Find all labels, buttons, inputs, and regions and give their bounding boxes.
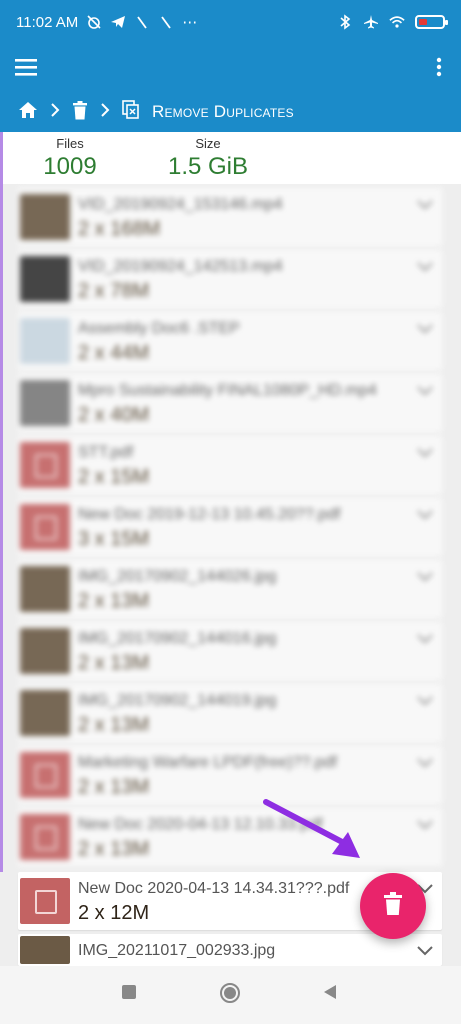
status-time: 11:02 AM [16, 13, 79, 31]
file-size: 2 x 13M [78, 714, 150, 736]
bluetooth-icon [337, 14, 353, 30]
file-thumbnail [20, 690, 70, 736]
home-icon[interactable] [18, 101, 38, 123]
breadcrumb: Remove Duplicates [18, 100, 294, 124]
file-thumbnail [20, 628, 70, 674]
list-item[interactable]: VID_20190924_142513.mp4 2 x 78M [18, 250, 442, 308]
pdf-file-icon [20, 504, 70, 550]
list-item[interactable]: New Doc 2019-12-13 10.45.20??.pdf 3 x 15… [18, 498, 442, 556]
file-size: 2 x 40M [78, 404, 150, 426]
trash-icon [383, 891, 403, 921]
file-size: 2 x 13M [78, 838, 150, 860]
file-thumbnail [20, 318, 70, 364]
slash-notification-icon [134, 14, 150, 30]
pdf-file-icon [20, 442, 70, 488]
telegram-icon [110, 14, 126, 30]
files-label: Files [56, 136, 84, 151]
list-item[interactable]: IMG_20170902_144019.jpg 2 x 13M [18, 684, 442, 742]
list-item[interactable]: Mpro Sustainability FINAL1080P_HD.mp4 2 … [18, 374, 442, 432]
size-label: Size [195, 136, 221, 151]
file-thumbnail [20, 566, 70, 612]
file-size: 2 x 78M [78, 280, 150, 302]
size-summary: Size 1.5 GiB [160, 136, 256, 181]
file-name: Assembly Doc6 .STEP [78, 320, 240, 337]
file-thumbnail [20, 936, 70, 964]
file-name: IMG_20170902_144016.jpg [78, 630, 277, 647]
file-size: 2 x 168M [78, 218, 161, 240]
system-nav-bar [0, 966, 461, 1024]
file-size: 2 x 12M [78, 902, 150, 924]
more-notifications-icon: ⋯ [182, 14, 198, 31]
home-circle-icon[interactable] [219, 982, 241, 1009]
chevron-down-icon[interactable] [416, 570, 434, 582]
chevron-down-icon[interactable] [416, 508, 434, 520]
duplicate-icon [122, 100, 140, 124]
recents-icon[interactable] [121, 984, 137, 1005]
battery-icon [415, 15, 448, 29]
file-name: New Doc 2020-04-13 14.34.31???.pdf [78, 880, 350, 897]
chevron-down-icon[interactable] [416, 198, 434, 210]
file-thumbnail [20, 380, 70, 426]
pdf-file-icon [20, 878, 70, 924]
list-item[interactable]: Assembly Doc6 .STEP 2 x 44M [18, 312, 442, 370]
chevron-down-icon[interactable] [416, 944, 434, 956]
delete-duplicates-fab[interactable] [360, 873, 426, 939]
pdf-file-icon [20, 752, 70, 798]
chevron-down-icon[interactable] [416, 384, 434, 396]
summary-panel: Files 1009 Size 1.5 GiB [0, 132, 461, 184]
file-size: 2 x 15M [78, 466, 150, 488]
file-name: IMG_20170902_144019.jpg [78, 692, 277, 709]
status-bar: 11:02 AM ⋯ [0, 0, 461, 44]
file-size: 2 x 13M [78, 590, 150, 612]
file-size: 2 x 44M [78, 342, 150, 364]
file-name: Mpro Sustainability FINAL1080P_HD.mp4 [78, 382, 377, 399]
list-item[interactable]: STT.pdf 2 x 15M [18, 436, 442, 494]
file-thumbnail [20, 256, 70, 302]
files-count: 1009 [43, 153, 97, 180]
file-name: VID_20190924_142513.mp4 [78, 258, 283, 275]
file-size: 3 x 15M [78, 528, 150, 550]
page-title: Remove Duplicates [152, 102, 294, 121]
chevron-down-icon[interactable] [416, 260, 434, 272]
app-bar: Remove Duplicates [0, 44, 461, 132]
chevron-down-icon[interactable] [416, 632, 434, 644]
scroll-accent [0, 132, 3, 872]
file-thumbnail [20, 194, 70, 240]
list-item[interactable]: New Doc 2020-04-13 12.10.33.pdf 2 x 13M [18, 808, 442, 866]
list-item[interactable]: Marketing Warfare LPDF(free)??.pdf 2 x 1… [18, 746, 442, 804]
menu-icon[interactable] [14, 56, 40, 78]
file-name: Marketing Warfare LPDF(free)??.pdf [78, 754, 338, 771]
file-name: IMG_20211017_002933.jpg [78, 942, 276, 959]
annotation-arrow-icon [263, 799, 360, 858]
slash-notification-icon [158, 14, 174, 30]
airplane-icon [363, 14, 379, 30]
chevron-down-icon[interactable] [416, 694, 434, 706]
chevron-right-icon [100, 103, 110, 121]
file-name: VID_20190924_153146.mp4 [78, 196, 283, 213]
chevron-down-icon[interactable] [416, 322, 434, 334]
file-name: STT.pdf [78, 444, 134, 461]
chevron-right-icon [50, 103, 60, 121]
file-size: 2 x 13M [78, 652, 150, 674]
alarm-off-icon [86, 14, 102, 30]
more-vertical-icon[interactable] [435, 56, 443, 78]
back-icon[interactable] [322, 984, 338, 1005]
file-name: IMG_20170902_144026.jpg [78, 568, 277, 585]
wifi-icon [389, 14, 405, 30]
list-item[interactable]: IMG_20170902_144026.jpg 2 x 13M [18, 560, 442, 618]
list-item[interactable]: IMG_20211017_002933.jpg [18, 934, 442, 966]
trash-icon[interactable] [72, 100, 88, 124]
file-name: New Doc 2019-12-13 10.45.20??.pdf [78, 506, 341, 523]
chevron-down-icon[interactable] [416, 756, 434, 768]
list-item[interactable]: IMG_20170902_144016.jpg 2 x 13M [18, 622, 442, 680]
duplicate-file-list: VID_20190924_153146.mp4 2 x 168M VID_201… [18, 188, 442, 970]
pdf-file-icon [20, 814, 70, 860]
chevron-down-icon[interactable] [416, 818, 434, 830]
size-total: 1.5 GiB [167, 153, 249, 180]
chevron-down-icon[interactable] [416, 446, 434, 458]
files-summary: Files 1009 [38, 136, 102, 181]
list-item[interactable]: VID_20190924_153146.mp4 2 x 168M [18, 188, 442, 246]
file-size: 2 x 13M [78, 776, 150, 798]
